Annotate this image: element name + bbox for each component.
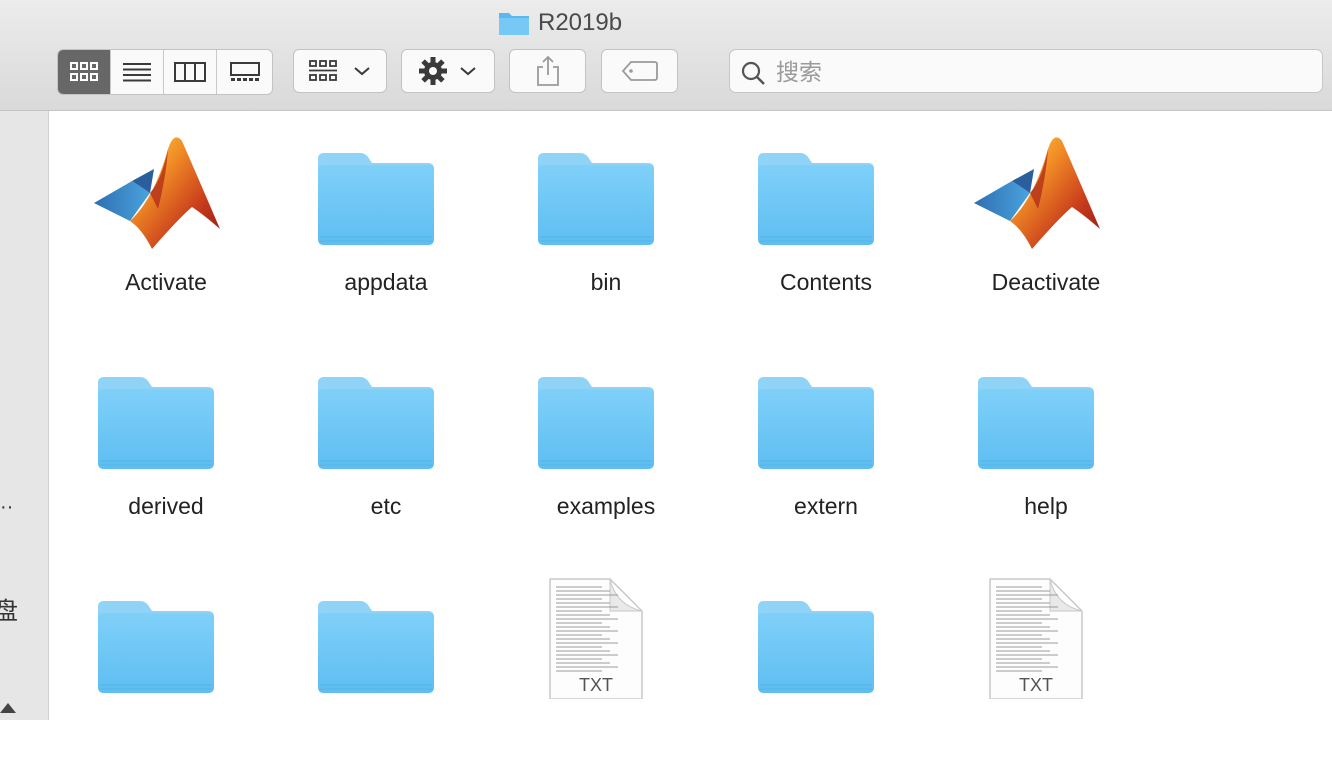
group-grid-icon [309, 60, 337, 81]
svg-text:TXT: TXT [579, 675, 613, 695]
folder-icon [92, 353, 220, 475]
action-button[interactable] [401, 49, 495, 93]
file-name-label: help [1024, 493, 1068, 519]
file-item[interactable]: TXT [490, 559, 690, 759]
folder-icon [532, 353, 660, 475]
file-name-label: etc [370, 493, 402, 519]
text-file-icon: TXT [532, 577, 660, 700]
file-item[interactable] [270, 559, 470, 759]
folder-icon [312, 577, 440, 699]
matlab-app-icon [972, 129, 1100, 251]
group-by-button[interactable] [293, 49, 387, 93]
share-icon [536, 55, 559, 86]
file-item[interactable]: Deactivate [930, 111, 1130, 311]
sidebar-truncated-item[interactable]: 盘 [0, 591, 18, 626]
file-name-label: derived [128, 493, 204, 519]
folder-icon [752, 353, 880, 475]
list-lines-icon [123, 63, 151, 82]
file-item[interactable]: etc [270, 335, 470, 535]
file-item[interactable] [50, 559, 250, 759]
share-button[interactable] [509, 49, 586, 93]
file-name-label: appdata [344, 269, 428, 295]
file-item[interactable]: TXT [930, 559, 1130, 759]
toolbar: R2019b 搜索 [0, 0, 1332, 111]
file-name-label: Contents [779, 269, 873, 295]
folder-icon [499, 13, 529, 35]
folder-icon [752, 577, 880, 699]
file-name-label: bin [590, 269, 622, 295]
file-item[interactable]: bin [490, 111, 690, 311]
list-view-button[interactable] [111, 50, 164, 94]
folder-icon [752, 129, 880, 251]
file-item[interactable]: Contents [710, 111, 910, 311]
file-name-label: examples [556, 493, 656, 519]
tags-button[interactable] [601, 49, 678, 93]
search-placeholder: 搜索 [776, 59, 822, 85]
folder-icon [972, 353, 1100, 475]
file-item[interactable]: derived [50, 335, 250, 535]
window-title: R2019b [538, 9, 623, 36]
folder-icon [312, 129, 440, 251]
file-name-label: Activate [125, 269, 207, 295]
file-item[interactable]: appdata [270, 111, 470, 311]
chevron-down-icon [460, 67, 476, 76]
gallery-view-button[interactable] [217, 50, 272, 94]
window-title-bar: R2019b [0, 6, 1332, 40]
file-item[interactable]: examples [490, 335, 690, 535]
icon-view-button[interactable] [58, 50, 111, 94]
column-view-button[interactable] [164, 50, 217, 94]
chevron-down-icon [354, 67, 370, 76]
text-file-icon: TXT [972, 577, 1100, 700]
tag-icon [621, 61, 658, 81]
file-grid: Activate appdata bin Contents Deactivate… [50, 111, 1332, 720]
view-mode-control [57, 49, 273, 95]
gallery-icon [229, 62, 260, 81]
file-name-label: Deactivate [991, 269, 1101, 295]
columns-icon [174, 62, 206, 82]
file-item[interactable]: help [930, 335, 1130, 535]
disclosure-triangle-icon[interactable] [0, 703, 16, 713]
sidebar: ·· 盘 [0, 111, 49, 720]
matlab-app-icon [92, 129, 220, 251]
file-item[interactable] [710, 559, 910, 759]
icon-grid-icon [70, 62, 98, 81]
folder-icon [312, 353, 440, 475]
file-item[interactable]: Activate [50, 111, 250, 311]
search-field[interactable]: 搜索 [729, 49, 1323, 93]
search-icon [741, 61, 765, 85]
sidebar-truncated-item[interactable]: ·· [0, 496, 13, 519]
file-name-label: extern [794, 493, 858, 519]
gear-icon [419, 57, 447, 85]
file-item[interactable]: extern [710, 335, 910, 535]
folder-icon [532, 129, 660, 251]
svg-text:TXT: TXT [1019, 675, 1053, 695]
folder-icon [92, 577, 220, 699]
